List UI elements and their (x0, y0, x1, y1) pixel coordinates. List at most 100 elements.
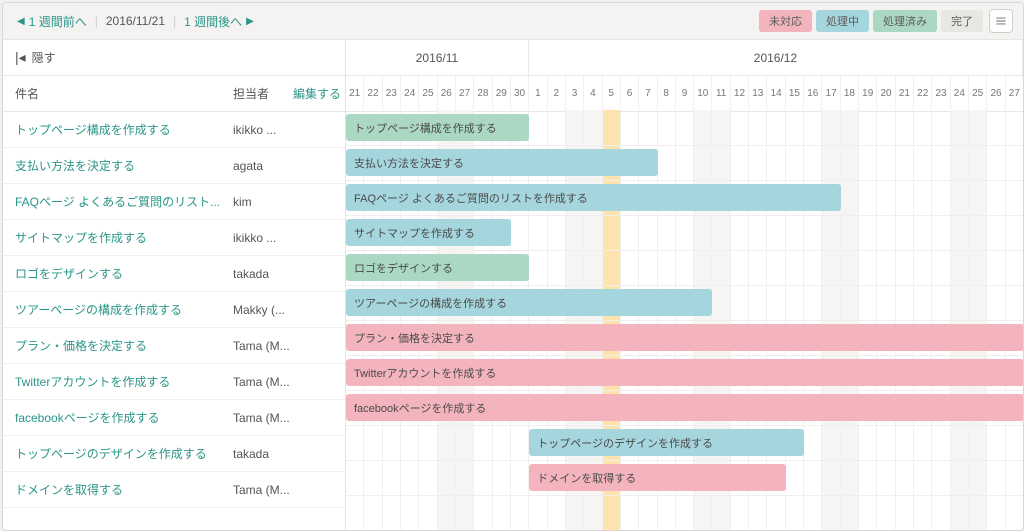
month-header: 2016/11 (346, 40, 529, 75)
next-week-link[interactable]: 1 週間後へ (184, 13, 242, 30)
day-header: 10 (694, 76, 712, 111)
gantt-bar[interactable]: トップページのデザインを作成する (529, 429, 804, 456)
gantt-bar[interactable]: ドメインを取得する (529, 464, 786, 491)
task-row: Twitterアカウントを作成するTama (M... (3, 364, 345, 400)
day-header: 3 (566, 76, 584, 111)
day-header: 17 (822, 76, 840, 111)
day-header: 4 (584, 76, 602, 111)
task-subject-link[interactable]: ツアーページの構成を作成する (3, 301, 233, 318)
day-header: 15 (786, 76, 804, 111)
separator: | (173, 14, 176, 28)
task-row: プラン・価格を決定するTama (M... (3, 328, 345, 364)
month-header: 2016/12 (529, 40, 1023, 75)
task-row: ツアーページの構成を作成するMakky (... (3, 292, 345, 328)
edit-link[interactable]: 編集する (293, 85, 345, 102)
day-header: 13 (749, 76, 767, 111)
task-row: 支払い方法を決定するagata (3, 148, 345, 184)
task-subject-link[interactable]: トップページ構成を作成する (3, 121, 233, 138)
day-header: 25 (419, 76, 437, 111)
gantt-bar[interactable]: Twitterアカウントを作成する (346, 359, 1023, 386)
day-header: 21 (346, 76, 364, 111)
task-subject-link[interactable]: トップページのデザインを作成する (3, 445, 233, 462)
task-assignee: ikikko ... (233, 123, 293, 137)
task-assignee: kim (233, 195, 293, 209)
day-header: 27 (1006, 76, 1023, 111)
day-header: 27 (456, 76, 474, 111)
collapse-icon: |◂ (15, 49, 26, 66)
task-row: サイトマップを作成するikikko ... (3, 220, 345, 256)
task-assignee: Tama (M... (233, 483, 293, 497)
day-header: 26 (987, 76, 1005, 111)
task-subject-link[interactable]: 支払い方法を決定する (3, 157, 233, 174)
legend-done[interactable]: 完了 (941, 10, 983, 32)
hide-label: 隠す (32, 49, 56, 66)
day-header: 5 (603, 76, 621, 111)
task-subject-link[interactable]: facebookページを作成する (3, 409, 233, 426)
day-header: 20 (877, 76, 895, 111)
day-header: 25 (969, 76, 987, 111)
gantt-bar[interactable]: FAQページ よくあるご質問のリストを作成する (346, 184, 841, 211)
gantt-chart: 2016/112016/12 2122232425262728293012345… (346, 40, 1023, 531)
legend-processed[interactable]: 処理済み (873, 10, 937, 32)
task-assignee: Tama (M... (233, 339, 293, 353)
task-assignee: agata (233, 159, 293, 173)
task-subject-link[interactable]: ロゴをデザインする (3, 265, 233, 282)
task-row: FAQページ よくあるご質問のリスト...kim (3, 184, 345, 220)
day-header: 19 (859, 76, 877, 111)
task-assignee: Tama (M... (233, 375, 293, 389)
task-row: ドメインを取得するTama (M... (3, 472, 345, 508)
day-header: 24 (951, 76, 969, 111)
gantt-bar[interactable]: facebookページを作成する (346, 394, 1023, 421)
task-assignee: Makky (... (233, 303, 293, 317)
status-legend: 未対応 処理中 処理済み 完了 (759, 10, 983, 32)
task-assignee: takada (233, 267, 293, 281)
task-assignee: Tama (M... (233, 411, 293, 425)
day-header: 28 (474, 76, 492, 111)
task-assignee: takada (233, 447, 293, 461)
day-header: 7 (639, 76, 657, 111)
task-list-panel: |◂ 隠す 件名 担当者 編集する トップページ構成を作成するikikko ..… (3, 40, 346, 531)
day-header: 30 (511, 76, 529, 111)
task-subject-link[interactable]: サイトマップを作成する (3, 229, 233, 246)
day-header: 8 (658, 76, 676, 111)
separator: | (95, 14, 98, 28)
header-assignee: 担当者 (233, 85, 293, 102)
day-header: 21 (896, 76, 914, 111)
day-header: 2 (548, 76, 566, 111)
day-header: 16 (804, 76, 822, 111)
legend-pending[interactable]: 未対応 (759, 10, 812, 32)
task-assignee: ikikko ... (233, 231, 293, 245)
task-subject-link[interactable]: FAQページ よくあるご質問のリスト... (3, 193, 233, 210)
day-header: 23 (932, 76, 950, 111)
list-icon (994, 14, 1008, 28)
task-subject-link[interactable]: プラン・価格を決定する (3, 337, 233, 354)
day-header: 26 (438, 76, 456, 111)
gantt-toolbar: ◀ 1 週間前へ | 2016/11/21 | 1 週間後へ ▶ 未対応 処理中… (3, 3, 1023, 40)
current-date: 2016/11/21 (106, 14, 165, 28)
gantt-bar[interactable]: プラン・価格を決定する (346, 324, 1023, 351)
chevron-left-icon: ◀ (17, 16, 25, 27)
chevron-right-icon: ▶ (246, 16, 254, 27)
day-header: 18 (841, 76, 859, 111)
gantt-bar[interactable]: 支払い方法を決定する (346, 149, 658, 176)
day-header: 9 (676, 76, 694, 111)
day-header: 24 (401, 76, 419, 111)
gantt-bar[interactable]: トップページ構成を作成する (346, 114, 529, 141)
task-row: facebookページを作成するTama (M... (3, 400, 345, 436)
gantt-bar[interactable]: ツアーページの構成を作成する (346, 289, 712, 316)
header-subject: 件名 (3, 85, 233, 102)
gantt-bar[interactable]: サイトマップを作成する (346, 219, 511, 246)
gantt-bar[interactable]: ロゴをデザインする (346, 254, 529, 281)
day-header: 6 (621, 76, 639, 111)
day-header: 23 (383, 76, 401, 111)
day-header: 22 (914, 76, 932, 111)
view-options-button[interactable] (989, 9, 1013, 33)
task-subject-link[interactable]: Twitterアカウントを作成する (3, 373, 233, 390)
legend-progress[interactable]: 処理中 (816, 10, 869, 32)
task-row: トップページ構成を作成するikikko ... (3, 112, 345, 148)
task-subject-link[interactable]: ドメインを取得する (3, 481, 233, 498)
task-row: トップページのデザインを作成するtakada (3, 436, 345, 472)
day-header: 12 (731, 76, 749, 111)
prev-week-link[interactable]: 1 週間前へ (29, 13, 87, 30)
hide-columns-button[interactable]: |◂ 隠す (3, 40, 345, 76)
